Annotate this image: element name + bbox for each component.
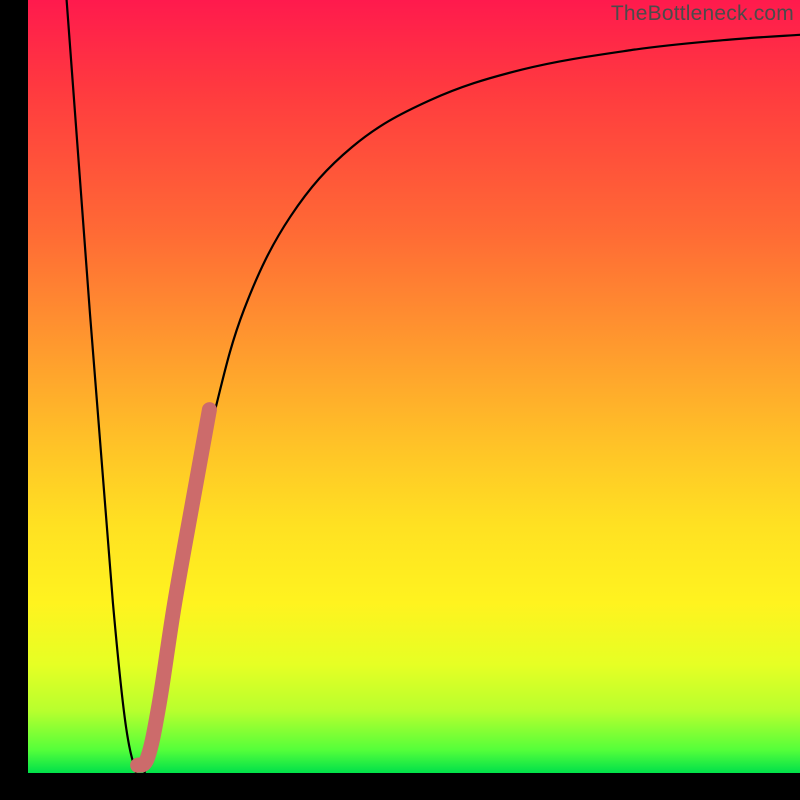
- curve-layer: [28, 0, 800, 773]
- bottleneck-curve: [67, 0, 800, 773]
- watermark-text: TheBottleneck.com: [611, 2, 794, 26]
- chart-frame: TheBottleneck.com: [0, 0, 800, 800]
- plot-area: TheBottleneck.com: [28, 0, 800, 773]
- emphasis-stroke: [138, 410, 210, 766]
